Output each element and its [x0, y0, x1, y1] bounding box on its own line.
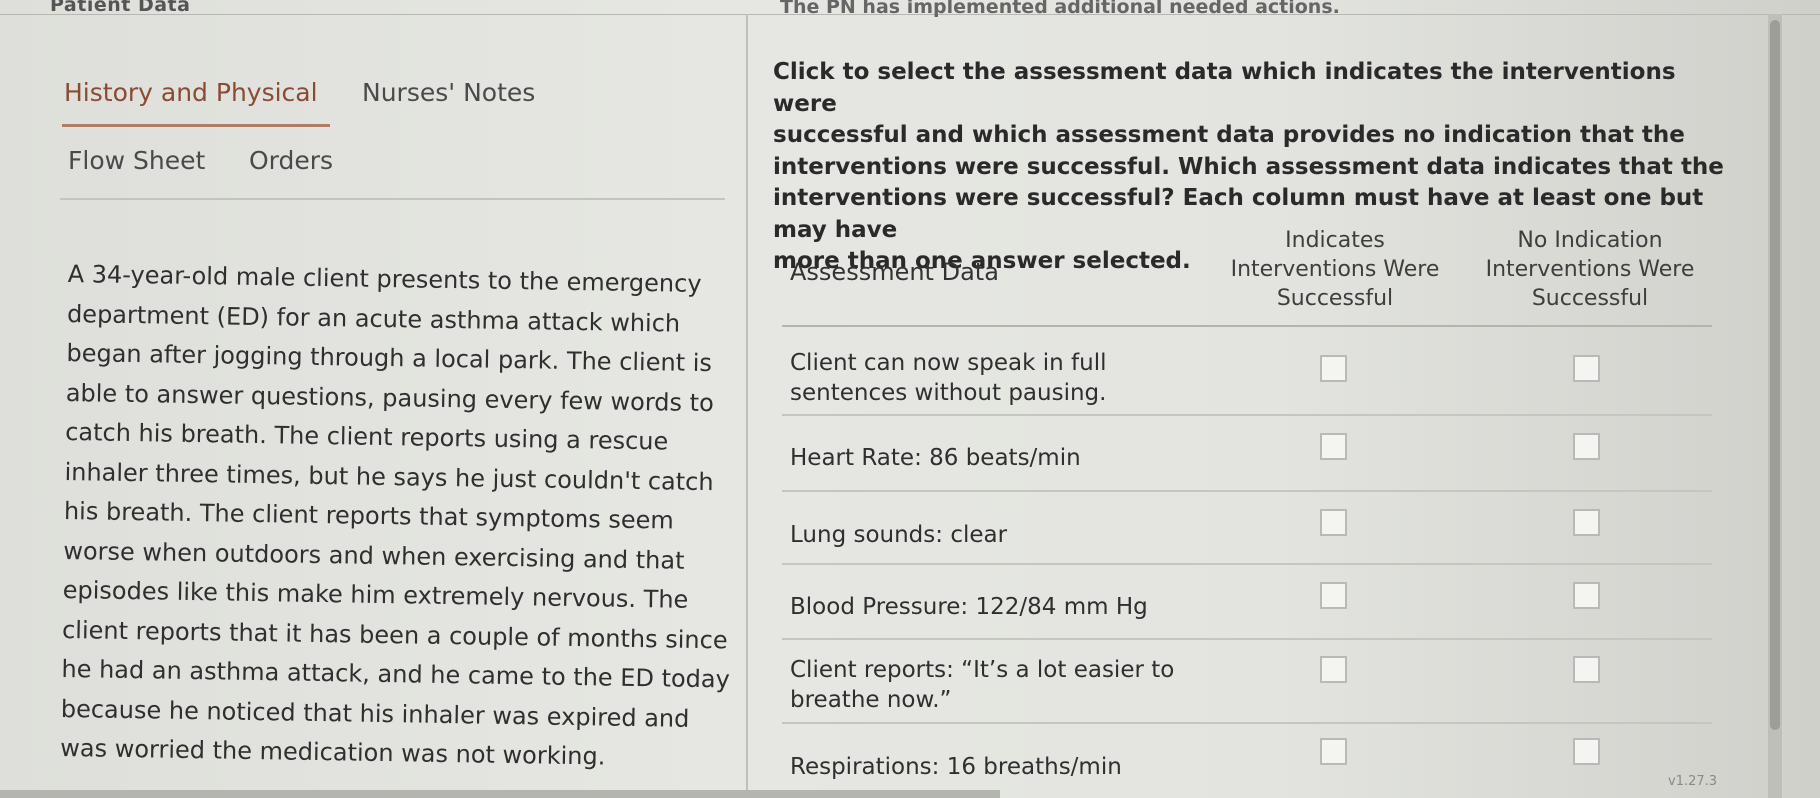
scenario-header: The PN has implemented additional needed… [780, 0, 1340, 18]
row-label-heart-rate: Heart Rate: 86 beats/min [790, 443, 1081, 473]
checkbox-client-reports-no-indication[interactable] [1573, 656, 1600, 683]
header-line: No Indication [1517, 228, 1663, 253]
tab-history-and-physical[interactable]: History and Physical [64, 78, 318, 107]
tab-divider [60, 198, 725, 200]
checkbox-heart-rate-indicates[interactable] [1320, 433, 1347, 460]
row-label-line: breathe now.” [790, 687, 952, 713]
checkbox-speech-indicates[interactable] [1320, 355, 1347, 382]
active-tab-indicator [62, 124, 330, 127]
screen: Patient Data History and Physical Nurses… [0, 0, 1820, 798]
version-label: v1.27.3 [1668, 774, 1718, 789]
row-label-respirations: Respirations: 16 breaths/min [790, 752, 1122, 782]
tab-flow-sheet[interactable]: Flow Sheet [68, 146, 205, 175]
checkbox-respirations-indicates[interactable] [1320, 738, 1347, 765]
row-label-line: Lung sounds: clear [790, 522, 1008, 548]
panel-title: Patient Data [50, 0, 191, 16]
checkbox-lung-sounds-indicates[interactable] [1320, 509, 1347, 536]
scrollbar-thumb[interactable] [1770, 20, 1780, 730]
panel-divider [746, 14, 748, 798]
column-header-no-indication: No Indication Interventions Were Success… [1470, 226, 1710, 313]
patient-data-panel: Patient Data History and Physical Nurses… [0, 0, 748, 798]
checkbox-respirations-no-indication[interactable] [1573, 738, 1600, 765]
row-label-line: Blood Pressure: 122/84 mm Hg [790, 594, 1148, 620]
tab-nurses-notes[interactable]: Nurses' Notes [362, 78, 535, 107]
checkbox-heart-rate-no-indication[interactable] [1573, 433, 1600, 460]
row-label-line: Client can now speak in full [790, 350, 1107, 376]
row-label-blood-pressure: Blood Pressure: 122/84 mm Hg [790, 592, 1148, 622]
column-header-indicates: Indicates Interventions Were Successful [1215, 226, 1455, 313]
question-line: Click to select the assessment data whic… [773, 59, 1676, 117]
checkbox-blood-pressure-indicates[interactable] [1320, 582, 1347, 609]
row-label-lung-sounds: Lung sounds: clear [790, 520, 1007, 550]
header-line: Successful [1531, 286, 1649, 311]
history-narrative: A 34-year-old male client presents to th… [60, 255, 748, 779]
checkbox-speech-no-indication[interactable] [1573, 355, 1600, 382]
header-line: Interventions Were [1230, 257, 1440, 282]
header-line: Interventions Were [1485, 257, 1695, 282]
bottom-bar [0, 790, 1000, 798]
question-line: successful and which assessment data pro… [773, 122, 1685, 148]
row-rule [782, 414, 1712, 416]
column-header-assessment: Assessment Data [790, 258, 999, 286]
row-rule [782, 722, 1712, 724]
row-rule [782, 490, 1712, 492]
row-label-line: Client reports: “It’s a lot easier to [790, 657, 1175, 683]
row-label-line: sentences without pausing. [790, 380, 1107, 406]
tab-orders[interactable]: Orders [249, 146, 333, 175]
checkbox-blood-pressure-no-indication[interactable] [1573, 582, 1600, 609]
row-label-speech: Client can now speak in full sentences w… [790, 348, 1107, 408]
row-label-client-reports: Client reports: “It’s a lot easier to br… [790, 655, 1174, 715]
row-rule [782, 563, 1712, 565]
checkbox-client-reports-indicates[interactable] [1320, 656, 1347, 683]
header-rule [782, 325, 1712, 327]
checkbox-lung-sounds-no-indication[interactable] [1573, 509, 1600, 536]
question-line: interventions were successful. Which ass… [773, 153, 1724, 180]
header-line: Indicates [1285, 228, 1385, 253]
row-rule [782, 638, 1712, 640]
row-label-line: Heart Rate: 86 beats/min [790, 445, 1081, 471]
row-label-line: Respirations: 16 breaths/min [790, 754, 1122, 780]
header-line: Successful [1276, 286, 1394, 311]
